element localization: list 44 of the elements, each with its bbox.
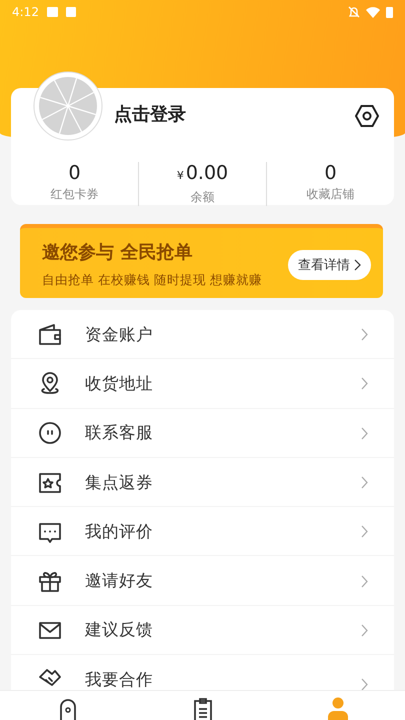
menu-item[interactable]: 我的评价 [11,507,394,556]
menu-label: 建议反馈 [85,619,154,642]
login-prompt[interactable]: 点击登录 [114,102,186,126]
menu-item[interactable]: 联系客服 [11,408,394,458]
menu-label: 资金账户 [85,324,154,346]
banner-subtitle: 自由抢单 在校赚钱 随时提现 想赚就赚 [42,272,262,289]
menu-label: 我的评价 [85,520,154,543]
menu-item[interactable]: 集点返券 [11,458,394,508]
mute-icon [348,6,360,18]
clipboard-icon[interactable] [192,697,212,720]
wallet-icon [37,322,63,348]
currency-sign: ¥ [176,168,184,184]
stat-label[interactable]: 红包卡券 [50,186,98,203]
menu-item[interactable]: 资金账户 [11,310,394,360]
promo-banner[interactable]: 邀您参与 全民抢单 自由抢单 在校赚钱 随时提现 想赚就赚 查看详情 [20,224,383,298]
wifi-icon [366,6,380,18]
chevron-icon [361,426,368,440]
menu-item[interactable]: 建议反馈 [11,606,394,656]
smiley-face-icon [37,420,63,446]
menu-label: 联系客服 [85,422,154,444]
chevron-icon [361,328,368,342]
stat-value: 0.00 [186,162,228,184]
menu-label: 收货地址 [85,372,154,395]
settings-icon[interactable] [355,105,379,127]
menu-item[interactable]: 邀请好友 [11,556,394,606]
menu-label: 邀请好友 [85,570,154,592]
chevron-icon [361,624,368,637]
details-button[interactable]: 查看详情 [288,250,371,280]
chevron-icon [361,476,368,490]
stat-value: 0 [68,162,81,184]
menu-label: 集点返券 [85,472,154,494]
door-icon[interactable] [58,697,78,720]
menu-label: 我要合作 [85,669,154,691]
stat-label[interactable]: 收藏店铺 [306,186,354,203]
chevron-icon [361,377,368,390]
chevron-icon [361,525,368,538]
stat-value: 0 [324,162,337,184]
banner-title: 邀您参与 全民抢单 [42,241,192,264]
battery-icon [386,6,393,18]
stat-label[interactable]: 余额 [190,189,214,206]
chevron-icon [354,259,361,271]
status-time: 4:12 [12,5,39,19]
chevron-icon [361,574,368,588]
menu-item[interactable]: 收货地址 [11,359,394,409]
